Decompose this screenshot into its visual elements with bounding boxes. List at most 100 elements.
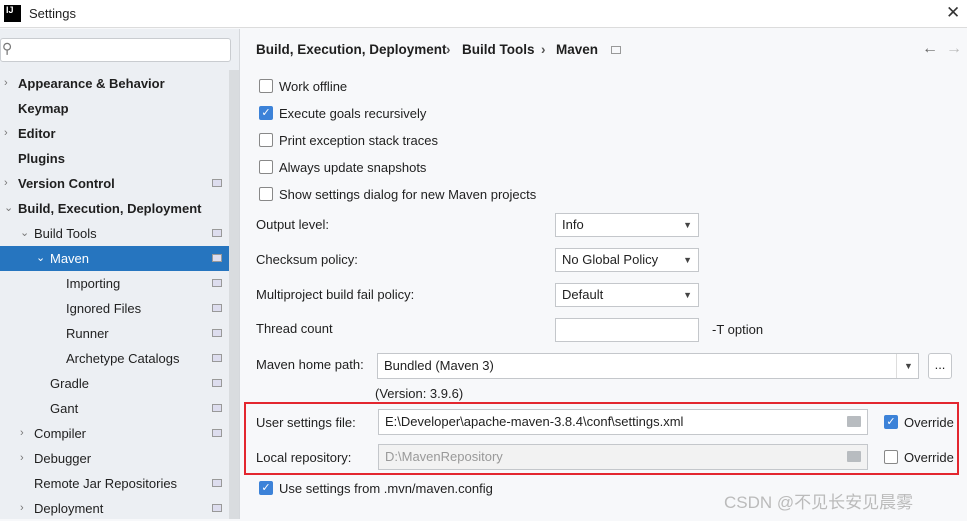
checksum-policy-label: Checksum policy: xyxy=(256,252,358,267)
sidebar-item[interactable]: Gradle xyxy=(0,371,229,396)
sidebar-item[interactable]: Plugins xyxy=(0,146,229,171)
option-checkbox[interactable] xyxy=(259,79,273,93)
sidebar-item-label: Maven xyxy=(50,251,90,266)
search-input[interactable] xyxy=(0,38,231,62)
chevron-right-icon[interactable]: › xyxy=(4,171,8,196)
option-label: Show settings dialog for new Maven proje… xyxy=(279,187,537,202)
user-settings-value: E:\Developer\apache-maven-3.8.4\conf\set… xyxy=(385,414,684,429)
local-repo-override-checkbox[interactable] xyxy=(884,450,898,464)
option-checkbox[interactable] xyxy=(259,133,273,147)
chevron-right-icon[interactable]: › xyxy=(20,421,24,446)
output-level-label: Output level: xyxy=(256,217,329,232)
checksum-policy-select[interactable]: No Global Policy ▼ xyxy=(555,248,699,272)
sidebar-item[interactable]: Runner xyxy=(0,321,229,346)
project-page-icon xyxy=(212,379,222,387)
back-arrow-icon[interactable]: ← xyxy=(922,40,938,58)
project-page-icon xyxy=(212,354,222,362)
sidebar-item-label: Runner xyxy=(66,326,109,341)
sidebar-item[interactable]: › Appearance & Behavior xyxy=(0,71,229,96)
option-checkbox[interactable] xyxy=(259,160,273,174)
sidebar-scrollbar[interactable] xyxy=(229,70,239,519)
multiproject-label: Multiproject build fail policy: xyxy=(256,287,415,302)
breadcrumb-item: Maven xyxy=(556,42,599,57)
sidebar-item[interactable]: › Compiler xyxy=(0,421,229,446)
project-page-icon xyxy=(212,479,222,487)
sidebar-item-label: Build Tools xyxy=(34,226,97,241)
sidebar-item[interactable]: › Deployment xyxy=(0,496,229,521)
sidebar-item-label: Deployment xyxy=(34,501,104,516)
option-label: Execute goals recursively xyxy=(279,106,427,121)
sidebar-item-label: Ignored Files xyxy=(66,301,142,316)
chevron-right-icon[interactable]: › xyxy=(20,496,24,521)
folder-icon[interactable] xyxy=(847,416,861,427)
sidebar-item[interactable]: ⌄ Build, Execution, Deployment xyxy=(0,196,229,221)
close-icon[interactable]: ✕ xyxy=(946,3,960,23)
maven-version: (Version: 3.9.6) xyxy=(375,386,464,401)
option-checkbox[interactable] xyxy=(259,187,273,201)
sidebar-item[interactable]: Archetype Catalogs xyxy=(0,346,229,371)
sidebar-item[interactable]: › Debugger xyxy=(0,446,229,471)
override-label: Override xyxy=(904,415,954,430)
chevron-down-icon[interactable]: ⌄ xyxy=(36,246,45,271)
chevron-down-icon: ▼ xyxy=(683,255,692,265)
user-settings-input[interactable]: E:\Developer\apache-maven-3.8.4\conf\set… xyxy=(378,409,868,435)
sidebar-item-label: Archetype Catalogs xyxy=(66,351,180,366)
maven-home-label: Maven home path: xyxy=(256,357,364,372)
project-page-icon xyxy=(212,404,222,412)
sidebar-item[interactable]: › Editor xyxy=(0,121,229,146)
breadcrumb-item[interactable]: Build, Execution, Deployment xyxy=(256,42,447,57)
output-level-value: Info xyxy=(562,217,584,232)
option-label: Print exception stack traces xyxy=(279,133,438,148)
multiproject-select[interactable]: Default ▼ xyxy=(555,283,699,307)
sidebar-item-label: Gradle xyxy=(50,376,90,391)
breadcrumb-separator: › xyxy=(541,42,546,57)
project-page-icon xyxy=(212,504,222,512)
sidebar-item-label: Plugins xyxy=(18,151,65,166)
use-mvn-config-checkbox[interactable]: ✓ xyxy=(259,481,273,495)
thread-count-input[interactable] xyxy=(555,318,699,342)
sidebar-item[interactable]: Keymap xyxy=(0,96,229,121)
forward-arrow-icon[interactable]: → xyxy=(946,40,962,58)
sidebar-item-label: Appearance & Behavior xyxy=(18,76,165,91)
use-mvn-config-label: Use settings from .mvn/maven.config xyxy=(279,481,493,496)
sidebar-item[interactable]: ⌄ Build Tools xyxy=(0,221,229,246)
chevron-down-icon: ▼ xyxy=(683,220,692,230)
sidebar-item[interactable]: Ignored Files xyxy=(0,296,229,321)
checksum-policy-value: No Global Policy xyxy=(562,252,659,267)
local-repo-input[interactable]: D:\MavenRepository xyxy=(378,444,868,470)
sidebar-item[interactable]: › Version Control xyxy=(0,171,229,196)
option-label: Work offline xyxy=(279,79,348,94)
project-page-icon xyxy=(611,46,621,54)
folder-icon[interactable] xyxy=(847,451,861,462)
output-level-select[interactable]: Info ▼ xyxy=(555,213,699,237)
title-bar xyxy=(0,0,967,28)
chevron-right-icon[interactable]: › xyxy=(20,446,24,471)
sidebar-item-label: Build, Execution, Deployment xyxy=(18,201,202,216)
project-page-icon xyxy=(212,304,222,312)
intellij-logo: IJ xyxy=(4,5,21,22)
project-page-icon xyxy=(212,329,222,337)
breadcrumb-item[interactable]: Build Tools xyxy=(462,42,535,57)
chevron-down-icon[interactable]: ⌄ xyxy=(20,221,29,246)
browse-button[interactable]: ... xyxy=(928,353,952,379)
project-page-icon xyxy=(212,429,222,437)
sidebar-item-label: Gant xyxy=(50,401,79,416)
watermark: CSDN @不见长安见晨雾 xyxy=(724,493,914,512)
user-settings-override-checkbox[interactable]: ✓ xyxy=(884,415,898,429)
project-page-icon xyxy=(212,254,222,262)
sidebar-item[interactable]: Remote Jar Repositories xyxy=(0,471,229,496)
sidebar-item[interactable]: Importing xyxy=(0,271,229,296)
option-checkbox[interactable]: ✓ xyxy=(259,106,273,120)
chevron-down-icon[interactable]: ⌄ xyxy=(4,196,13,221)
chevron-right-icon[interactable]: › xyxy=(4,121,8,146)
sidebar-item[interactable]: Gant xyxy=(0,396,229,421)
chevron-right-icon[interactable]: › xyxy=(4,71,8,96)
sidebar-item[interactable]: ⌄ Maven xyxy=(0,246,229,271)
breadcrumb-separator: › xyxy=(446,42,451,57)
chevron-down-icon: ▼ xyxy=(683,290,692,300)
multiproject-value: Default xyxy=(562,287,604,302)
local-repo-label: Local repository: xyxy=(256,450,352,465)
local-repo-value: D:\MavenRepository xyxy=(385,449,503,464)
maven-home-select[interactable]: Bundled (Maven 3) ▼ xyxy=(377,353,919,379)
option-label: Always update snapshots xyxy=(279,160,427,175)
